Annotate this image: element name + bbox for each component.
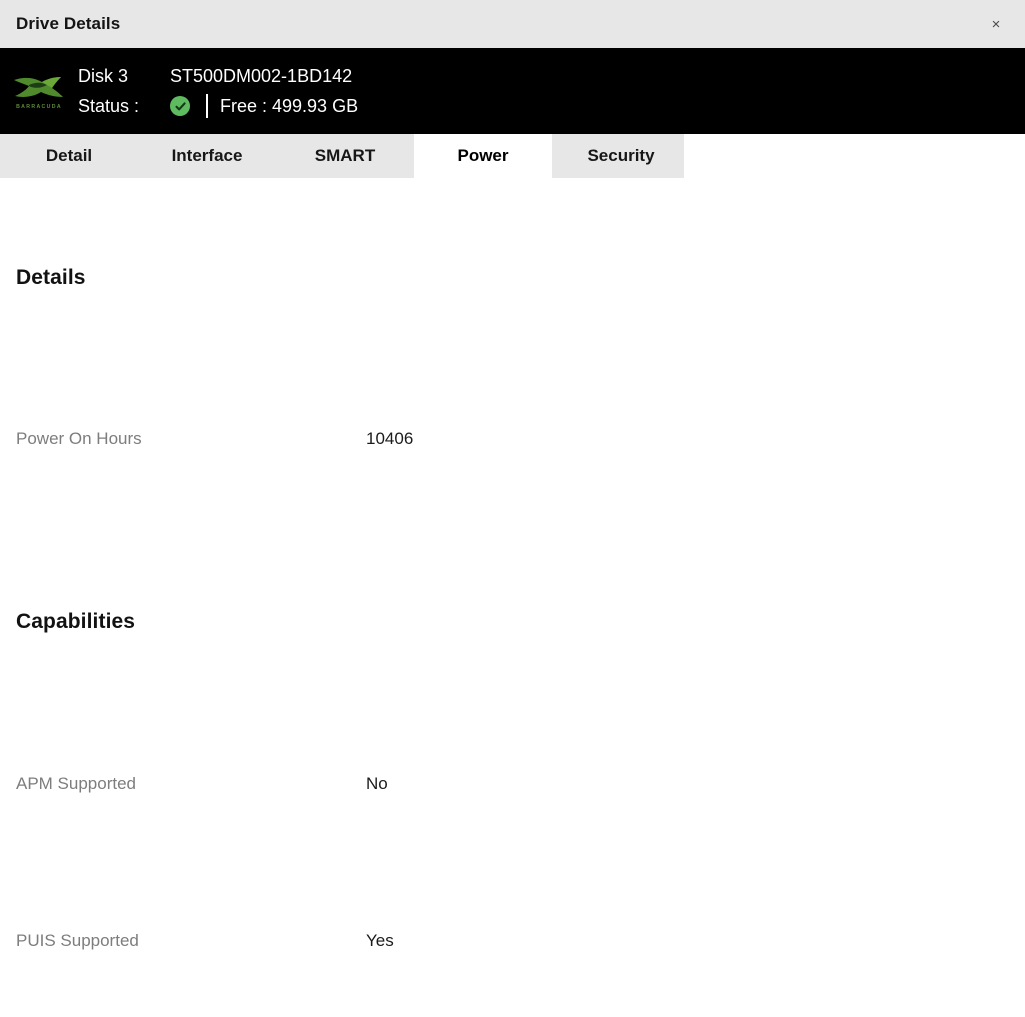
tab-interface[interactable]: Interface xyxy=(138,134,276,178)
drive-model: ST500DM002-1BD142 xyxy=(170,65,353,86)
label-puis-supported: PUIS Supported xyxy=(16,931,139,950)
tab-detail[interactable]: Detail xyxy=(0,134,138,178)
disk-number: Disk 3 xyxy=(78,65,129,86)
barracuda-wordmark: BARRACUDA xyxy=(16,103,62,110)
section-title-capabilities: Capabilities xyxy=(16,610,136,633)
section-title-details: Details xyxy=(16,266,86,289)
power-tab-content: Details Power On Hours 10406 Capabilitie… xyxy=(0,266,1025,1017)
tab-security[interactable]: Security xyxy=(552,134,690,178)
value-puis-supported: Yes xyxy=(366,931,394,950)
free-space-label: Free : 499.93 GB xyxy=(220,95,359,116)
value-power-on-hours: 10406 xyxy=(366,429,414,448)
barracuda-logo: BARRACUDA xyxy=(8,60,70,122)
barracuda-fish-icon xyxy=(14,76,63,97)
status-label: Status : xyxy=(78,95,140,116)
drive-details-window: Drive Details × BARRACUDA Disk 3 ST500DM… xyxy=(0,0,1025,1017)
window-titlebar: Drive Details × xyxy=(0,0,1025,48)
tab-bar: Detail Interface SMART Power Security xyxy=(0,134,1025,178)
drive-info: Disk 3 ST500DM002-1BD142 Status : Free :… xyxy=(78,63,358,119)
row-power-on-hours: Power On Hours 10406 xyxy=(16,429,1009,449)
window-title: Drive Details xyxy=(16,14,121,33)
row-puis-supported: PUIS Supported Yes xyxy=(16,931,1009,951)
drive-status-row: Status : Free : 499.93 GB xyxy=(78,93,358,119)
status-ok-check-icon xyxy=(170,96,190,116)
tab-power[interactable]: Power xyxy=(414,134,552,178)
label-power-on-hours: Power On Hours xyxy=(16,429,142,448)
tab-smart[interactable]: SMART xyxy=(276,134,414,178)
value-apm-supported: No xyxy=(366,774,388,793)
drive-header-bar: BARRACUDA Disk 3 ST500DM002-1BD142 Statu… xyxy=(0,48,1025,134)
close-icon[interactable]: × xyxy=(981,9,1011,39)
row-apm-supported: APM Supported No xyxy=(16,774,1009,794)
header-divider xyxy=(206,94,208,118)
drive-identity-row: Disk 3 ST500DM002-1BD142 xyxy=(78,63,358,89)
label-apm-supported: APM Supported xyxy=(16,774,137,793)
